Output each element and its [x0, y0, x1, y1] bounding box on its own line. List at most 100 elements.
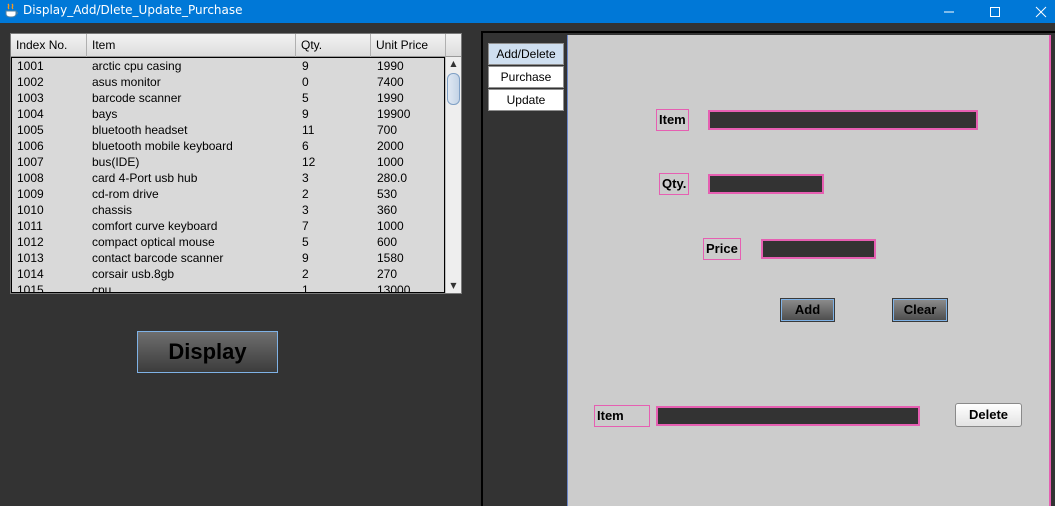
cell-index: 1005	[17, 123, 44, 137]
table-row[interactable]: 1001 arctic cpu casing 9 1990	[12, 58, 444, 74]
delete-item-input[interactable]	[658, 408, 918, 424]
table-row[interactable]: 1004 bays 9 19900	[12, 106, 444, 122]
cell-unit-price: 1580	[377, 251, 404, 265]
cell-qty: 0	[302, 75, 309, 89]
cell-qty: 9	[302, 59, 309, 73]
cell-unit-price: 530	[377, 187, 398, 201]
maximize-icon	[990, 6, 1000, 17]
cell-index: 1004	[17, 107, 44, 121]
cell-unit-price: 600	[377, 235, 398, 249]
cell-index: 1008	[17, 171, 44, 185]
left-panel: Index No. Item Qty. Unit Price 1001 arcti…	[0, 23, 478, 506]
cell-qty: 5	[302, 235, 309, 249]
close-icon	[1035, 6, 1047, 17]
display-button[interactable]: Display	[137, 331, 278, 373]
table-row[interactable]: 1005 bluetooth headset 11 700	[12, 122, 444, 138]
table-row[interactable]: 1002 asus monitor 0 7400	[12, 74, 444, 90]
cell-index: 1006	[17, 139, 44, 153]
table-row[interactable]: 1007 bus(IDE) 12 1000	[12, 154, 444, 170]
cell-qty: 7	[302, 219, 309, 233]
scroll-up-arrow-icon[interactable]: ▲	[446, 57, 461, 71]
cell-index: 1012	[17, 235, 44, 249]
qty-label: Qty.	[659, 173, 690, 195]
cell-index: 1013	[17, 251, 44, 265]
cell-qty: 1	[302, 283, 309, 293]
cell-item: card 4-Port usb hub	[92, 171, 198, 185]
clear-button[interactable]: Clear	[892, 298, 948, 322]
cell-index: 1010	[17, 203, 44, 217]
cell-index: 1001	[17, 59, 44, 73]
tab-add-delete[interactable]: Add/Delete	[488, 43, 564, 65]
vertical-scrollbar[interactable]: ▲ ▼	[445, 57, 461, 293]
add-button[interactable]: Add	[780, 298, 835, 322]
cell-qty: 9	[302, 107, 309, 121]
table-row[interactable]: 1011 comfort curve keyboard 7 1000	[12, 218, 444, 234]
add-delete-form: Item Qty. Price Add Clear Item Delete	[567, 35, 1051, 506]
qty-input[interactable]	[710, 176, 822, 192]
table-row[interactable]: 1013 contact barcode scanner 9 1580	[12, 250, 444, 266]
scroll-thumb[interactable]	[447, 73, 460, 105]
table-body: 1001 arctic cpu casing 9 1990 1002 asus moni…	[11, 57, 445, 293]
table-row[interactable]: 1010 chassis 3 360	[12, 202, 444, 218]
price-field[interactable]	[761, 239, 876, 259]
cell-qty: 5	[302, 91, 309, 105]
delete-item-field[interactable]	[656, 406, 920, 426]
cell-unit-price: 19900	[377, 107, 411, 121]
cell-qty: 11	[302, 123, 315, 137]
item-field[interactable]	[708, 110, 978, 130]
title-bar: Display_Add/Dlete_Update_Purchase	[0, 0, 1055, 23]
cell-item: bluetooth mobile keyboard	[92, 139, 233, 153]
column-header-unit-price[interactable]: Unit Price	[371, 34, 445, 57]
tab-update[interactable]: Update	[488, 89, 564, 111]
cell-unit-price: 2000	[377, 139, 404, 153]
cell-unit-price: 700	[377, 123, 398, 137]
qty-field[interactable]	[708, 174, 824, 194]
column-header-item[interactable]: Item	[87, 34, 296, 57]
minimize-button[interactable]	[926, 0, 972, 23]
price-input[interactable]	[763, 241, 874, 257]
cell-qty: 3	[302, 171, 309, 185]
cell-item: cpu	[92, 283, 112, 293]
cell-item: arctic cpu casing	[92, 59, 182, 73]
close-button[interactable]	[1018, 0, 1055, 23]
cell-unit-price: 1990	[377, 91, 404, 105]
cell-unit-price: 280.0	[377, 171, 408, 185]
scroll-down-arrow-icon[interactable]: ▼	[446, 279, 461, 293]
table-row[interactable]: 1015 cpu 1 13000	[12, 282, 444, 293]
cell-index: 1002	[17, 75, 44, 89]
cell-unit-price: 360	[377, 203, 398, 217]
cell-unit-price: 1990	[377, 59, 404, 73]
cell-unit-price: 13000	[377, 283, 411, 293]
inventory-table: Index No. Item Qty. Unit Price 1001 arcti…	[10, 33, 462, 294]
cell-qty: 3	[302, 203, 309, 217]
cell-item: corsair usb.8gb	[92, 267, 175, 281]
cell-qty: 2	[302, 187, 309, 201]
cell-item: compact optical mouse	[92, 235, 215, 249]
cell-qty: 12	[302, 155, 316, 169]
cell-qty: 2	[302, 267, 309, 281]
cell-unit-price: 7400	[377, 75, 404, 89]
delete-button[interactable]: Delete	[955, 403, 1022, 427]
cell-index: 1015	[17, 283, 44, 293]
cell-qty: 9	[302, 251, 309, 265]
table-row[interactable]: 1014 corsair usb.8gb 2 270	[12, 266, 444, 282]
cell-unit-price: 1000	[377, 219, 404, 233]
column-header-index[interactable]: Index No.	[11, 34, 87, 57]
cell-item: contact barcode scanner	[92, 251, 224, 265]
cell-item: bays	[92, 107, 118, 121]
price-label: Price	[703, 238, 741, 260]
table-row[interactable]: 1008 card 4-Port usb hub 3 280.0	[12, 170, 444, 186]
table-row[interactable]: 1009 cd-rom drive 2 530	[12, 186, 444, 202]
item-input[interactable]	[710, 112, 976, 128]
header-corner	[445, 34, 461, 57]
table-row[interactable]: 1003 barcode scanner 5 1990	[12, 90, 444, 106]
item-label: Item	[656, 109, 689, 131]
cell-index: 1014	[17, 267, 44, 281]
java-app-icon	[4, 3, 18, 19]
column-header-qty[interactable]: Qty.	[296, 34, 371, 57]
table-row[interactable]: 1012 compact optical mouse 5 600	[12, 234, 444, 250]
cell-index: 1007	[17, 155, 44, 169]
maximize-button[interactable]	[972, 0, 1018, 23]
tab-purchase[interactable]: Purchase	[488, 66, 564, 88]
table-row[interactable]: 1006 bluetooth mobile keyboard 6 2000	[12, 138, 444, 154]
